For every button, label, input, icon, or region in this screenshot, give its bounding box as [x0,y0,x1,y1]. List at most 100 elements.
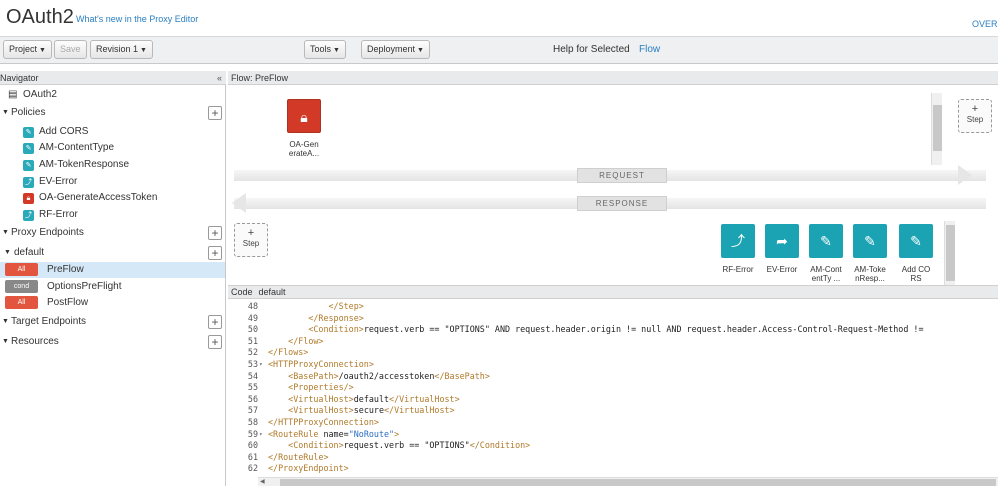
response-scrollbar[interactable] [944,221,955,285]
caption-line: EV-Error [766,265,798,274]
add-policy-button[interactable]: + [208,106,222,120]
help-flow-link[interactable]: Flow [639,44,660,55]
pencil-icon[interactable]: ✎ [809,224,843,258]
flow-label: PreFlow [47,264,84,275]
line-number: 49 [247,312,258,323]
code-line[interactable]: 59 ▾ <RouteRule name="NoRoute"> [228,429,998,441]
code-line[interactable]: 56 <VirtualHost>default</VirtualHost> [228,394,998,406]
raise-fault-icon[interactable]: ⤴ [721,224,755,258]
code-text: </RouteRule> [268,451,329,462]
deployment-label: Deployment [367,44,416,54]
target-endpoints-section[interactable]: ▼ Target Endpoints + [0,314,225,330]
proxy-endpoints-label: Proxy Endpoints [11,227,84,238]
policy-item[interactable]: 🔒︎ OA-GenerateAccessToken [0,190,225,206]
add-proxy-endpoint-button[interactable]: + [208,226,222,240]
request-label: REQUEST [577,168,667,183]
expand-icon[interactable]: ▼ [2,314,9,330]
policy-item[interactable]: ⤴ RF-Error [0,207,225,223]
code-line[interactable]: 50 <Condition>request.verb == "OPTIONS" … [228,324,998,336]
policy-item[interactable]: ✎ AM-TokenResponse [0,157,225,173]
default-endpoint[interactable]: ▼ default + [0,245,225,261]
whats-new-link[interactable]: What's new in the Proxy Editor [76,14,198,24]
pencil-icon[interactable]: ✎ [899,224,933,258]
code-text: </ProxyEndpoint> [268,463,349,474]
code-line[interactable]: 58 </HTTPProxyConnection> [228,417,998,429]
resources-section[interactable]: ▼ Resources + [0,334,225,350]
policies-section[interactable]: ▼ Policies + [0,105,225,121]
tools-button[interactable]: Tools ▼ [304,40,346,59]
line-number: 50 [247,324,258,335]
code-editor[interactable]: 48 </Step> 49 </Response> 50 <Condition>re… [228,299,998,477]
pencil-icon[interactable]: ✎ [853,224,887,258]
code-text: <HTTPProxyConnection> [268,359,374,369]
line-number: 53 [247,359,258,369]
add-step-button[interactable]: + Step [234,223,268,257]
arrow-left-icon [232,193,246,213]
scrollbar-thumb[interactable] [946,225,955,281]
proxy-endpoints-section[interactable]: ▼ Proxy Endpoints + [0,225,225,241]
code-line[interactable]: 57 <VirtualHost>secure</VirtualHost> [228,405,998,417]
proxy-item[interactable]: ▤ OAuth2 [0,87,225,103]
collapse-icon[interactable]: « [217,71,222,85]
extract-variables-icon[interactable]: ➦ [765,224,799,258]
code-line[interactable]: 53 ▾ <HTTPProxyConnection> [228,359,998,371]
add-resource-button[interactable]: + [208,335,222,349]
add-target-endpoint-button[interactable]: + [208,315,222,329]
raise-fault-icon: ⤴ [23,177,34,188]
code-line[interactable]: 48 </Step> [228,301,998,313]
line-number: 48 [247,301,258,311]
revision-button[interactable]: Revision 1 ▼ [90,40,153,59]
code-line[interactable]: 49 </Response> [228,313,998,325]
code-line[interactable]: 62 </ProxyEndpoint> [228,463,998,475]
add-step-button[interactable]: + Step [958,99,992,133]
expand-icon[interactable]: ▼ [4,245,11,261]
code-text: </Flow> [288,335,324,346]
resources-label: Resources [11,336,59,347]
caption-line: RS [910,274,922,283]
policy-item[interactable]: ✎ AM-ContentType [0,140,225,156]
line-number: 51 [247,335,258,346]
policy-label: RF-Error [39,209,78,220]
policy-label: EV-Error [39,176,78,187]
caption-line: OA-Gen [289,140,319,149]
code-line[interactable]: 52 </Flows> [228,347,998,359]
flow-item-preflow[interactable]: All PreFlow [0,262,225,278]
scroll-left-icon[interactable]: ◀ [260,478,265,485]
expand-icon[interactable]: ▼ [2,105,9,121]
request-scrollbar[interactable] [931,93,942,165]
code-header: Code default [228,285,998,299]
save-button[interactable]: Save [54,40,87,59]
horizontal-scrollbar[interactable]: ◀ [258,477,998,486]
code-text: <VirtualHost>secure</VirtualHost> [288,405,455,416]
fold-icon[interactable]: ▾ [259,359,263,371]
response-label: RESPONSE [577,196,667,211]
flow-item-optionspreflight[interactable]: cond OptionsPreFlight [0,279,225,295]
policy-caption: AM-Toke nResp... [848,265,892,283]
expand-icon[interactable]: ▼ [2,225,9,241]
overview-tab[interactable]: OVER [972,19,998,29]
code-line[interactable]: 54 <BasePath>/oauth2/accesstoken</BasePa… [228,371,998,383]
flow-item-postflow[interactable]: All PostFlow [0,295,225,311]
line-number: 61 [247,451,258,462]
caption-line: RF-Error [722,265,754,274]
scrollbar-thumb[interactable] [280,479,996,486]
code-line[interactable]: 60 <Condition>request.verb == "OPTIONS"<… [228,440,998,452]
policy-label: AM-TokenResponse [39,159,130,170]
assign-message-icon: ✎ [23,160,34,171]
lock-icon[interactable]: 🔒︎ [287,99,321,133]
code-label: Code [231,287,253,297]
flow-tag: All [5,263,38,276]
code-line[interactable]: 61 </RouteRule> [228,452,998,464]
deployment-button[interactable]: Deployment ▼ [361,40,430,59]
code-line[interactable]: 51 </Flow> [228,336,998,348]
scrollbar-thumb[interactable] [933,105,942,151]
expand-icon[interactable]: ▼ [2,334,9,350]
policy-item[interactable]: ✎ Add CORS [0,124,225,140]
code-line[interactable]: 55 <Properties/> [228,382,998,394]
project-button[interactable]: Project ▼ [3,40,52,59]
proxy-name: OAuth2 [23,89,57,100]
add-flow-button[interactable]: + [208,246,222,260]
code-text: <Condition>request.verb == "OPTIONS" AND… [308,324,924,335]
fold-icon[interactable]: ▾ [259,429,263,441]
policy-item[interactable]: ⤴ EV-Error [0,174,225,190]
